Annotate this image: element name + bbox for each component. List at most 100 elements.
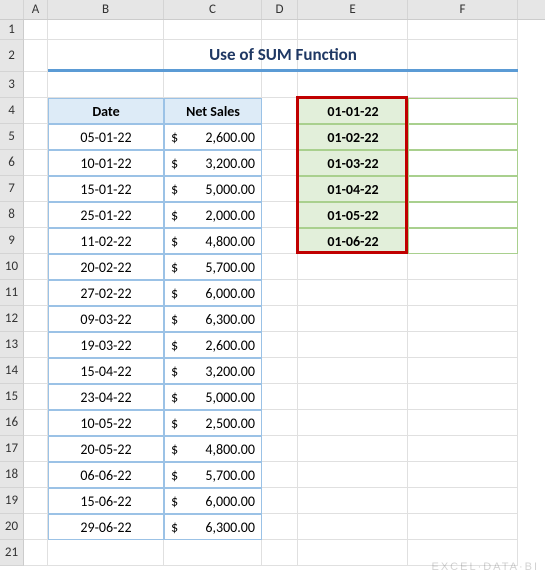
cell-E16[interactable] [298,410,408,436]
date-cell-12[interactable]: 09-03-22 [48,306,164,332]
row-header-17[interactable]: 17 [0,436,24,462]
row-header-18[interactable]: 18 [0,462,24,488]
sales-cell-13[interactable]: $2,600.00 [164,332,262,358]
date-cell-19[interactable]: 15-06-22 [48,488,164,514]
cell-A5[interactable] [24,124,48,150]
cell-E13[interactable] [298,332,408,358]
date-cell-13[interactable]: 19-03-22 [48,332,164,358]
cell-D6[interactable] [262,150,298,176]
cell-A11[interactable] [24,280,48,306]
month-cell-8[interactable]: 01-05-22 [298,202,408,228]
row-header-4[interactable]: 4 [0,98,24,124]
result-cell-5[interactable] [408,124,518,150]
sales-cell-11[interactable]: $6,000.00 [164,280,262,306]
col-header-C[interactable]: C [164,0,262,19]
cell-F10[interactable] [408,254,518,280]
sales-cell-7[interactable]: $5,000.00 [164,176,262,202]
date-cell-16[interactable]: 10-05-22 [48,410,164,436]
cell-A17[interactable] [24,436,48,462]
cell-B21[interactable] [48,540,164,566]
cell-C1[interactable] [164,20,262,40]
cell-F17[interactable] [408,436,518,462]
sales-cell-17[interactable]: $4,800.00 [164,436,262,462]
cell-E19[interactable] [298,488,408,514]
cell-F18[interactable] [408,462,518,488]
date-cell-7[interactable]: 15-01-22 [48,176,164,202]
cell-F12[interactable] [408,306,518,332]
cell-A2[interactable] [24,40,48,72]
row-header-20[interactable]: 20 [0,514,24,540]
month-cell-6[interactable]: 01-03-22 [298,150,408,176]
cell-D7[interactable] [262,176,298,202]
cell-D21[interactable] [262,540,298,566]
cell-F1[interactable] [408,20,518,40]
cell-D3[interactable] [262,72,298,98]
sales-cell-10[interactable]: $5,700.00 [164,254,262,280]
sales-cell-5[interactable]: $2,600.00 [164,124,262,150]
col-header-E[interactable]: E [298,0,408,19]
cells-area[interactable]: Use of SUM FunctionDateNet Sales05-01-22… [24,20,545,576]
row-header-6[interactable]: 6 [0,150,24,176]
date-cell-6[interactable]: 10-01-22 [48,150,164,176]
col-header-D[interactable]: D [262,0,298,19]
cell-F3[interactable] [408,72,518,98]
sales-cell-8[interactable]: $2,000.00 [164,202,262,228]
cell-D10[interactable] [262,254,298,280]
row-header-15[interactable]: 15 [0,384,24,410]
row-header-2[interactable]: 2 [0,40,24,72]
cell-B1[interactable] [48,20,164,40]
row-header-3[interactable]: 3 [0,72,24,98]
cell-D15[interactable] [262,384,298,410]
row-header-8[interactable]: 8 [0,202,24,228]
cell-F15[interactable] [408,384,518,410]
date-cell-20[interactable]: 29-06-22 [48,514,164,540]
month-cell-9[interactable]: 01-06-22 [298,228,408,254]
sales-cell-9[interactable]: $4,800.00 [164,228,262,254]
result-cell-9[interactable] [408,228,518,254]
cell-A1[interactable] [24,20,48,40]
date-cell-15[interactable]: 23-04-22 [48,384,164,410]
date-cell-8[interactable]: 25-01-22 [48,202,164,228]
row-header-1[interactable]: 1 [0,20,24,40]
sales-cell-15[interactable]: $5,000.00 [164,384,262,410]
row-header-5[interactable]: 5 [0,124,24,150]
row-header-16[interactable]: 16 [0,410,24,436]
cell-A10[interactable] [24,254,48,280]
cell-D13[interactable] [262,332,298,358]
cell-E18[interactable] [298,462,408,488]
month-cell-4[interactable]: 01-01-22 [298,98,408,124]
cell-F11[interactable] [408,280,518,306]
cell-A18[interactable] [24,462,48,488]
header-date[interactable]: Date [48,98,164,124]
cell-A8[interactable] [24,202,48,228]
cell-A7[interactable] [24,176,48,202]
result-cell-6[interactable] [408,150,518,176]
cell-A15[interactable] [24,384,48,410]
header-sales[interactable]: Net Sales [164,98,262,124]
spreadsheet-grid[interactable]: ABCDEF Use of SUM FunctionDateNet Sales0… [0,0,545,576]
cell-A20[interactable] [24,514,48,540]
cell-E11[interactable] [298,280,408,306]
date-cell-9[interactable]: 11-02-22 [48,228,164,254]
row-header-10[interactable]: 10 [0,254,24,280]
cell-B3[interactable] [48,72,164,98]
cell-E20[interactable] [298,514,408,540]
row-header-13[interactable]: 13 [0,332,24,358]
sales-cell-12[interactable]: $6,300.00 [164,306,262,332]
sales-cell-18[interactable]: $5,700.00 [164,462,262,488]
month-cell-7[interactable]: 01-04-22 [298,176,408,202]
cell-A9[interactable] [24,228,48,254]
cell-C21[interactable] [164,540,262,566]
cell-E1[interactable] [298,20,408,40]
cell-D8[interactable] [262,202,298,228]
date-cell-14[interactable]: 15-04-22 [48,358,164,384]
cell-A12[interactable] [24,306,48,332]
cell-E17[interactable] [298,436,408,462]
cell-E3[interactable] [298,72,408,98]
row-header-12[interactable]: 12 [0,306,24,332]
sales-cell-19[interactable]: $6,000.00 [164,488,262,514]
cell-D4[interactable] [262,98,298,124]
cell-D14[interactable] [262,358,298,384]
date-cell-5[interactable]: 05-01-22 [48,124,164,150]
cell-D9[interactable] [262,228,298,254]
